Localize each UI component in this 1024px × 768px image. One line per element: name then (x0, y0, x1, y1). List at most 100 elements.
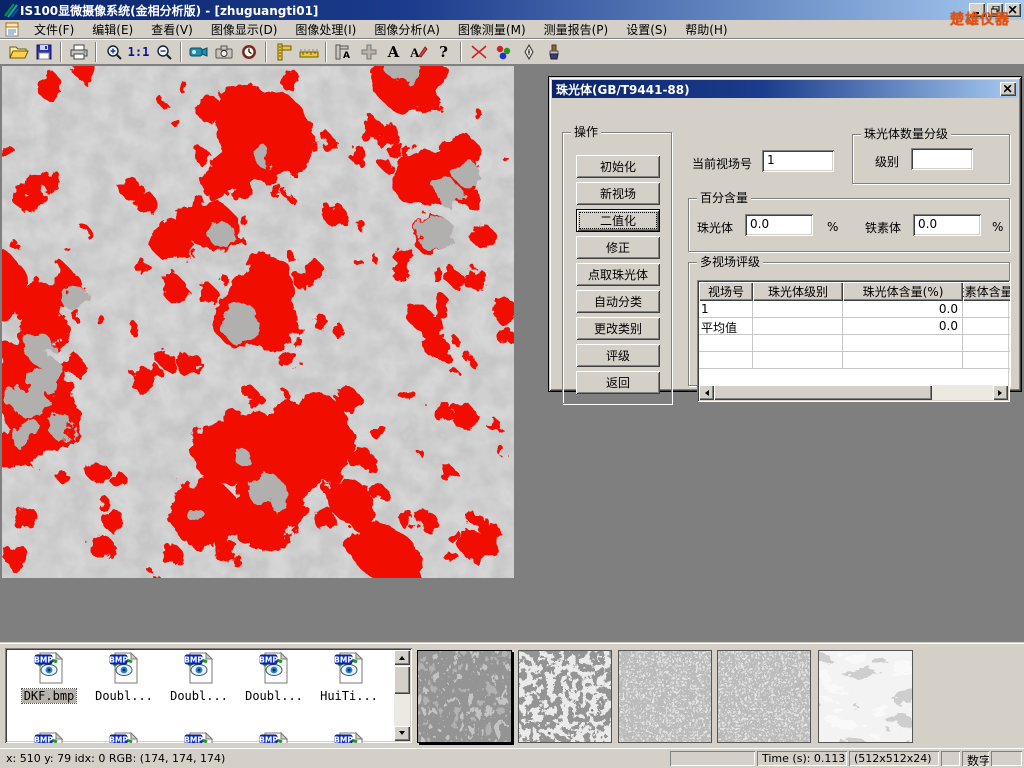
change-class-button[interactable]: 更改类别 (576, 317, 660, 340)
menu-view[interactable]: 查看(V) (142, 21, 202, 39)
zoom-in-button[interactable] (101, 41, 126, 63)
table-header-row: 视场号 珠光体级别 珠光体含量(%) 铁素体含量(%) (699, 282, 1008, 301)
table-hscrollbar[interactable] (699, 385, 1008, 400)
bmp-file-icon: BMP (258, 652, 290, 686)
menu-image-measure[interactable]: 图像测量(M) (449, 21, 535, 39)
video-camera-icon (189, 45, 209, 59)
curve-tool-button[interactable] (466, 41, 491, 63)
table-row[interactable]: 平均值 0.0 (699, 318, 1008, 335)
table-row[interactable]: 1 0.0 (699, 301, 1008, 318)
dialog-close-button[interactable] (1000, 82, 1016, 96)
status-time: Time (s): 0.113 (757, 751, 847, 766)
printer-icon (70, 44, 88, 60)
file-item[interactable]: BMP (313, 732, 385, 743)
caliper-measure-button[interactable] (271, 41, 296, 63)
menu-image-analysis[interactable]: 图像分析(A) (365, 21, 449, 39)
classify-tool-button[interactable] (491, 41, 516, 63)
file-item[interactable]: BMP HuiTi... (313, 652, 385, 703)
edit-annotation-button[interactable]: A (406, 41, 431, 63)
hscroll-thumb[interactable] (714, 385, 932, 400)
brush-tool-button[interactable] (541, 41, 566, 63)
image-thumbnail[interactable] (417, 650, 512, 743)
table-row-empty (699, 352, 1008, 369)
scale-text-button[interactable]: A (331, 41, 356, 63)
photo-capture-button[interactable] (211, 41, 236, 63)
col-field-number[interactable]: 视场号 (699, 282, 753, 301)
multifield-table[interactable]: 视场号 珠光体级别 珠光体含量(%) 铁素体含量(%) 1 0.0 平均值 0.… (697, 280, 1010, 402)
scroll-left-button[interactable] (699, 385, 714, 400)
scroll-up-button[interactable] (394, 650, 410, 665)
file-item[interactable]: BMP (13, 732, 85, 743)
col-pearlite-content[interactable]: 珠光体含量(%) (843, 282, 963, 301)
pearlite-percent-input[interactable]: 0.0 (745, 214, 813, 236)
image-thumbnail[interactable] (717, 650, 811, 743)
menu-edit[interactable]: 编辑(E) (83, 21, 142, 39)
brush-icon (547, 44, 561, 60)
file-item[interactable]: BMP (163, 732, 235, 743)
return-button[interactable]: 返回 (576, 371, 660, 394)
grid-button[interactable] (356, 41, 381, 63)
vendor-watermark: 楚雄仪器 (950, 9, 1010, 29)
menu-measure-report[interactable]: 测量报告(P) (535, 21, 618, 39)
save-icon (36, 44, 52, 60)
open-button[interactable] (6, 41, 31, 63)
file-item[interactable]: BMP (88, 732, 160, 743)
binarize-button[interactable]: 二值化 (576, 209, 660, 232)
title-bar: IS100显微摄像系统(金相分析版) - [zhuguangti01] (0, 0, 1024, 20)
print-button[interactable] (66, 41, 91, 63)
col-ferrite-content[interactable]: 铁素体含量(%) (963, 282, 1010, 301)
new-field-button[interactable]: 新视场 (576, 182, 660, 205)
file-item[interactable]: BMP Doubl... (238, 652, 310, 703)
current-field-input[interactable]: 1 (762, 150, 834, 172)
svg-text:A: A (410, 45, 420, 60)
save-button[interactable] (31, 41, 56, 63)
video-capture-button[interactable] (186, 41, 211, 63)
svg-text:BMP: BMP (334, 656, 353, 665)
pen-tool-button[interactable] (516, 41, 541, 63)
file-name: Doubl... (168, 689, 230, 703)
scroll-down-button[interactable] (394, 726, 410, 741)
menu-settings[interactable]: 设置(S) (617, 21, 676, 39)
status-empty-panel (991, 751, 1022, 766)
image-thumbnail[interactable] (518, 650, 612, 743)
document-icon[interactable] (5, 22, 21, 37)
ruler-measure-button[interactable] (296, 41, 321, 63)
dialog-title-bar[interactable]: 珠光体(GB/T9441-88) (552, 80, 1018, 98)
file-item[interactable]: BMP DKF.bmp (13, 652, 85, 703)
red-curve-x-icon (470, 44, 488, 60)
cross-grid-icon (361, 44, 377, 60)
image-thumbnail[interactable] (818, 650, 913, 743)
pick-pearlite-button[interactable]: 点取珠光体 (576, 263, 660, 286)
menu-image-process[interactable]: 图像处理(I) (286, 21, 365, 39)
vscroll-thumb[interactable] (394, 666, 410, 694)
svg-text:BMP: BMP (109, 736, 128, 744)
auto-classify-button[interactable]: 自动分类 (576, 290, 660, 313)
correct-button[interactable]: 修正 (576, 236, 660, 259)
image-thumbnail[interactable] (618, 650, 712, 743)
file-list[interactable]: BMP DKF.bmp BMP Doubl... BMP Doubl... BM… (5, 648, 412, 743)
multifield-group-label: 多视场评级 (697, 255, 763, 269)
text-annotation-button[interactable]: A (381, 41, 406, 63)
zoom-out-button[interactable] (151, 41, 176, 63)
menu-image-display[interactable]: 图像显示(D) (202, 21, 287, 39)
timer-button[interactable] (236, 41, 261, 63)
file-item[interactable]: BMP Doubl... (163, 652, 235, 703)
ruler-icon (299, 46, 319, 58)
file-item[interactable]: BMP (238, 732, 310, 743)
scroll-right-button[interactable] (993, 385, 1008, 400)
help-button[interactable]: ? (431, 41, 456, 63)
zoom-1to1-button[interactable]: 1:1 (126, 41, 151, 63)
status-mode: 数字 (962, 751, 989, 766)
menu-file[interactable]: 文件(F) (25, 21, 83, 39)
init-button[interactable]: 初始化 (576, 155, 660, 178)
rate-button[interactable]: 评级 (576, 344, 660, 367)
file-list-vscrollbar[interactable] (394, 650, 410, 741)
specimen-image[interactable] (2, 66, 514, 578)
menu-help[interactable]: 帮助(H) (676, 21, 736, 39)
ferrite-percent-input[interactable]: 0.0 (913, 214, 981, 236)
grade-input[interactable] (911, 148, 973, 170)
right-arrow-icon (998, 390, 1005, 396)
operation-group: 操作 初始化 新视场 二值化 修正 点取珠光体 自动分类 更改类别 评级 返回 (562, 132, 672, 404)
file-item[interactable]: BMP Doubl... (88, 652, 160, 703)
col-pearlite-grade[interactable]: 珠光体级别 (753, 282, 843, 301)
